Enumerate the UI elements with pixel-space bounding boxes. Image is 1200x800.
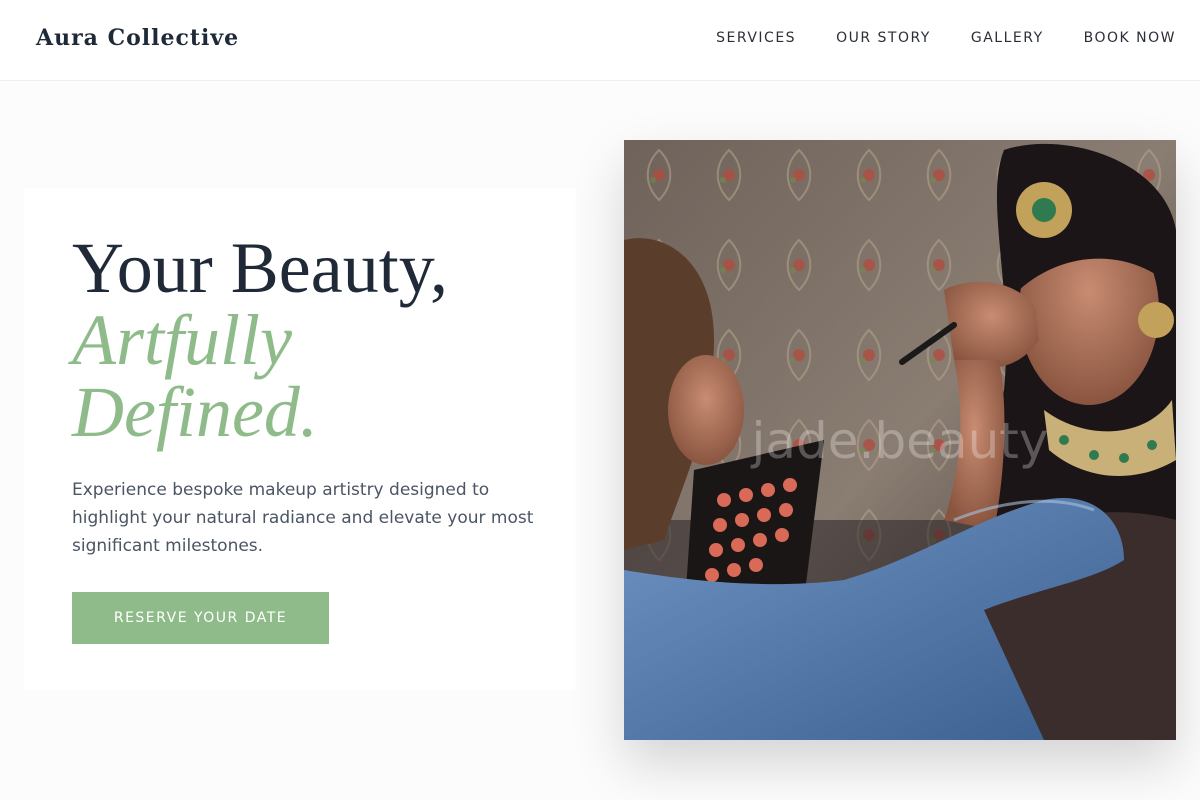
main-nav: SERVICES OUR STORY GALLERY BOOK NOW [716,30,1176,46]
photo-watermark: jade.beauty [751,412,1049,470]
nav-link-services[interactable]: SERVICES [716,30,796,46]
hero-photo: jade.beauty [624,140,1176,740]
hero-headline: Your Beauty, Artfully Defined. [72,232,552,448]
nav-link-our-story[interactable]: OUR STORY [836,30,931,46]
headline-accent-line-2: Defined. [72,372,318,452]
brand-logo[interactable]: Aura Collective [36,25,239,51]
nav-link-gallery[interactable]: GALLERY [971,30,1044,46]
reserve-date-button[interactable]: RESERVE YOUR DATE [72,592,329,644]
headline-accent-line-1: Artfully [72,300,292,380]
nav-link-book-now[interactable]: BOOK NOW [1084,30,1176,46]
site-header: Aura Collective SERVICES OUR STORY GALLE… [0,0,1200,81]
headline-line-1: Your Beauty, [72,228,449,308]
hero-description: Experience bespoke makeup artistry desig… [72,480,534,556]
